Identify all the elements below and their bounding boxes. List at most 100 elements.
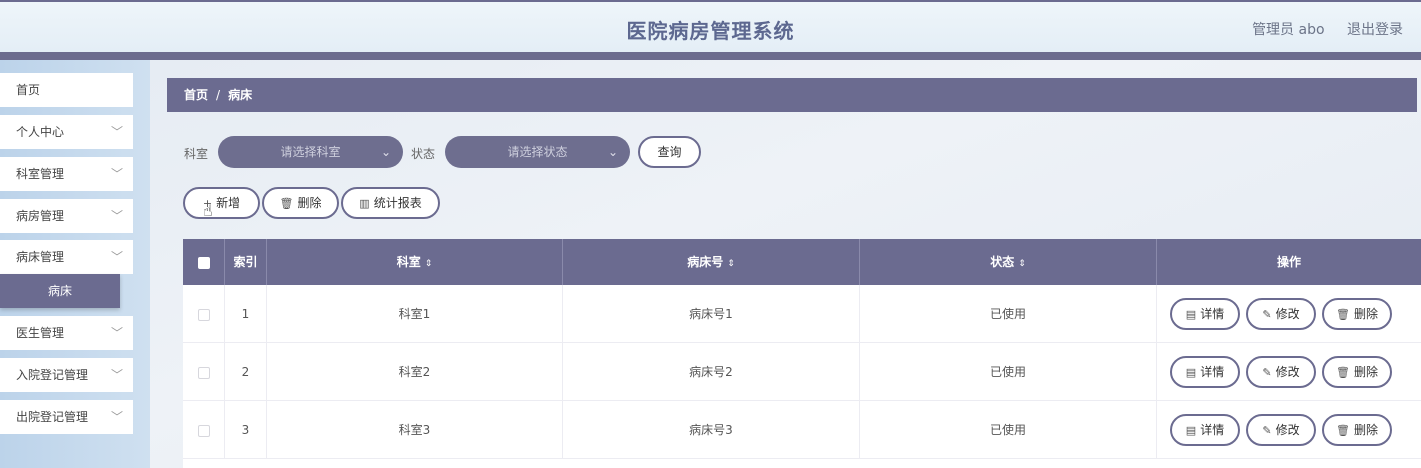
cell-department: 科室3 [267,401,563,459]
header-divider [0,52,1421,60]
edit-button[interactable]: ✎ 修改 [1246,356,1316,388]
cell-department: 科室1 [267,285,563,343]
detail-button[interactable]: ▤ 详情 [1170,414,1240,446]
sidebar-item-label: 个人中心 [16,125,65,139]
cell-bed-number: 病床号3 [563,401,860,459]
main-content: 首页 / 病床 科室 请选择科室 ⌄ 状态 请选择状态 ⌄ 查询 + 新增 🗑 删除 ▥… [150,60,1421,468]
delete-button[interactable]: 🗑 删除 [1322,414,1392,446]
sidebar-item-ward-management[interactable]: 病房管理 ﹀ [0,199,133,233]
sidebar-item-label: 科室管理 [16,167,65,181]
sort-icon[interactable]: ⇕ [727,259,735,269]
status-select-placeholder: 请选择状态 [507,145,568,159]
sidebar-item-label: 病床管理 [16,250,65,264]
document-icon: ▤ [1185,424,1197,437]
bed-table: 索引 科室 ⇕ 病床号 ⇕ 状态 ⇕ 操作 1 科室1 病床号1 已使用 ▤ 详情 ✎ 修… [183,239,1421,468]
edit-label: 修改 [1275,423,1300,437]
detail-label: 详情 [1200,307,1225,321]
table-row: 1 科室1 病床号1 已使用 ▤ 详情 ✎ 修改 🗑 删除 [183,285,1421,343]
edit-button[interactable]: ✎ 修改 [1246,414,1316,446]
status-select[interactable]: 请选择状态 ⌄ [445,136,630,168]
sidebar-item-label: 入院登记管理 [16,368,89,382]
cell-index: 2 [225,343,267,401]
delete-button[interactable]: 🗑 删除 [1322,356,1392,388]
column-header-department[interactable]: 科室 ⇕ [267,239,563,285]
sidebar-item-admission-management[interactable]: 入院登记管理 ﹀ [0,358,133,392]
chevron-down-icon: ⌄ [380,145,391,159]
edit-label: 修改 [1275,365,1300,379]
breadcrumb: 首页 / 病床 [167,78,1417,112]
detail-label: 详情 [1200,365,1225,379]
row-select-cell [183,343,225,401]
sidebar-subitem-bed[interactable]: 病床 [0,274,120,308]
sidebar-item-label: 首页 [16,83,41,97]
chevron-down-icon: ﹀ [110,368,123,382]
row-checkbox[interactable] [197,424,210,437]
row-select-cell [183,285,225,343]
admin-user-label[interactable]: 管理员 abo [1252,22,1324,38]
chevron-down-icon: ﹀ [110,209,123,223]
add-button-label: 新增 [216,196,241,210]
department-select[interactable]: 请选择科室 ⌄ [218,136,403,168]
sidebar-item-doctor-management[interactable]: 医生管理 ﹀ [0,316,133,350]
cell-index: 1 [225,285,267,343]
app-title: 医院病房管理系统 [626,19,795,43]
edit-button[interactable]: ✎ 修改 [1246,298,1316,330]
column-header-bed-number[interactable]: 病床号 ⇕ [563,239,860,285]
chevron-down-icon: ﹀ [110,250,123,264]
query-button[interactable]: 查询 [638,136,701,168]
sidebar-item-personal-center[interactable]: 个人中心 ﹀ [0,115,133,149]
sidebar-item-label: 出院登记管理 [16,410,89,424]
statistics-report-label: 统计报表 [373,196,422,210]
detail-label: 详情 [1200,423,1225,437]
row-select-cell [183,401,225,459]
cell-actions: ▤ 详情 ✎ 修改 🗑 删除 [1157,285,1421,343]
sort-icon[interactable]: ⇕ [425,259,433,269]
row-checkbox[interactable] [197,366,210,379]
statistics-report-button[interactable]: ▥ 统计报表 [341,187,440,219]
column-header-actions: 操作 [1276,255,1301,269]
sidebar-item-discharge-management[interactable]: 出院登记管理 ﹀ [0,400,133,434]
sidebar-item-label: 医生管理 [16,326,65,340]
header-user-area: 管理员 abo 退出登录 [1234,19,1403,39]
column-header-label: 科室 [396,255,421,269]
select-all-checkbox[interactable] [197,256,210,269]
delete-label: 删除 [1353,307,1378,321]
chevron-down-icon: ⌄ [607,145,618,159]
table-row: 2 科室2 病床号2 已使用 ▤ 详情 ✎ 修改 🗑 删除 [183,343,1421,401]
batch-delete-button[interactable]: 🗑 删除 [262,187,339,219]
detail-button[interactable]: ▤ 详情 [1170,298,1240,330]
document-icon: ▤ [1185,308,1197,321]
top-header: 医院病房管理系统 管理员 abo 退出登录 [0,0,1421,52]
detail-button[interactable]: ▤ 详情 [1170,356,1240,388]
edit-label: 修改 [1275,307,1300,321]
delete-button[interactable]: 🗑 删除 [1322,298,1392,330]
bar-chart-icon: ▥ [359,197,370,210]
sidebar: 首页 个人中心 ﹀ 科室管理 ﹀ 病房管理 ﹀ 病床管理 ﹀ 病床 医生管理 ﹀ 入院登记… [0,60,150,468]
status-filter-label: 状态 [411,147,436,161]
pencil-icon: ✎ [1262,424,1272,437]
breadcrumb-current: 病床 [228,88,253,102]
cell-department: 科室2 [267,343,563,401]
cell-actions: ▤ 详情 ✎ 修改 🗑 删除 [1157,401,1421,459]
sidebar-item-department-management[interactable]: 科室管理 ﹀ [0,157,133,191]
delete-label: 删除 [1353,365,1378,379]
trash-icon: 🗑 [1336,308,1350,321]
row-checkbox[interactable] [197,308,210,321]
chevron-down-icon: ﹀ [110,326,123,340]
sort-icon[interactable]: ⇕ [1018,259,1026,269]
column-header-status[interactable]: 状态 ⇕ [860,239,1157,285]
pencil-icon: ✎ [1262,366,1272,379]
chevron-down-icon: ﹀ [110,167,123,181]
sidebar-item-label: 病房管理 [16,209,65,223]
cell-status: 已使用 [860,401,1157,459]
column-header-index: 索引 [225,239,267,285]
sidebar-item-home[interactable]: 首页 [0,73,133,107]
sidebar-item-bed-management[interactable]: 病床管理 ﹀ [0,240,133,274]
cell-actions: ▤ 详情 ✎ 修改 🗑 删除 [1157,343,1421,401]
breadcrumb-home[interactable]: 首页 [184,88,208,102]
department-select-placeholder: 请选择科室 [280,145,341,159]
add-button[interactable]: + 新增 [183,187,260,219]
table-row: 3 科室3 病床号3 已使用 ▤ 详情 ✎ 修改 🗑 删除 [183,401,1421,459]
logout-link[interactable]: 退出登录 [1347,22,1403,38]
column-header-label: 状态 [990,255,1015,269]
